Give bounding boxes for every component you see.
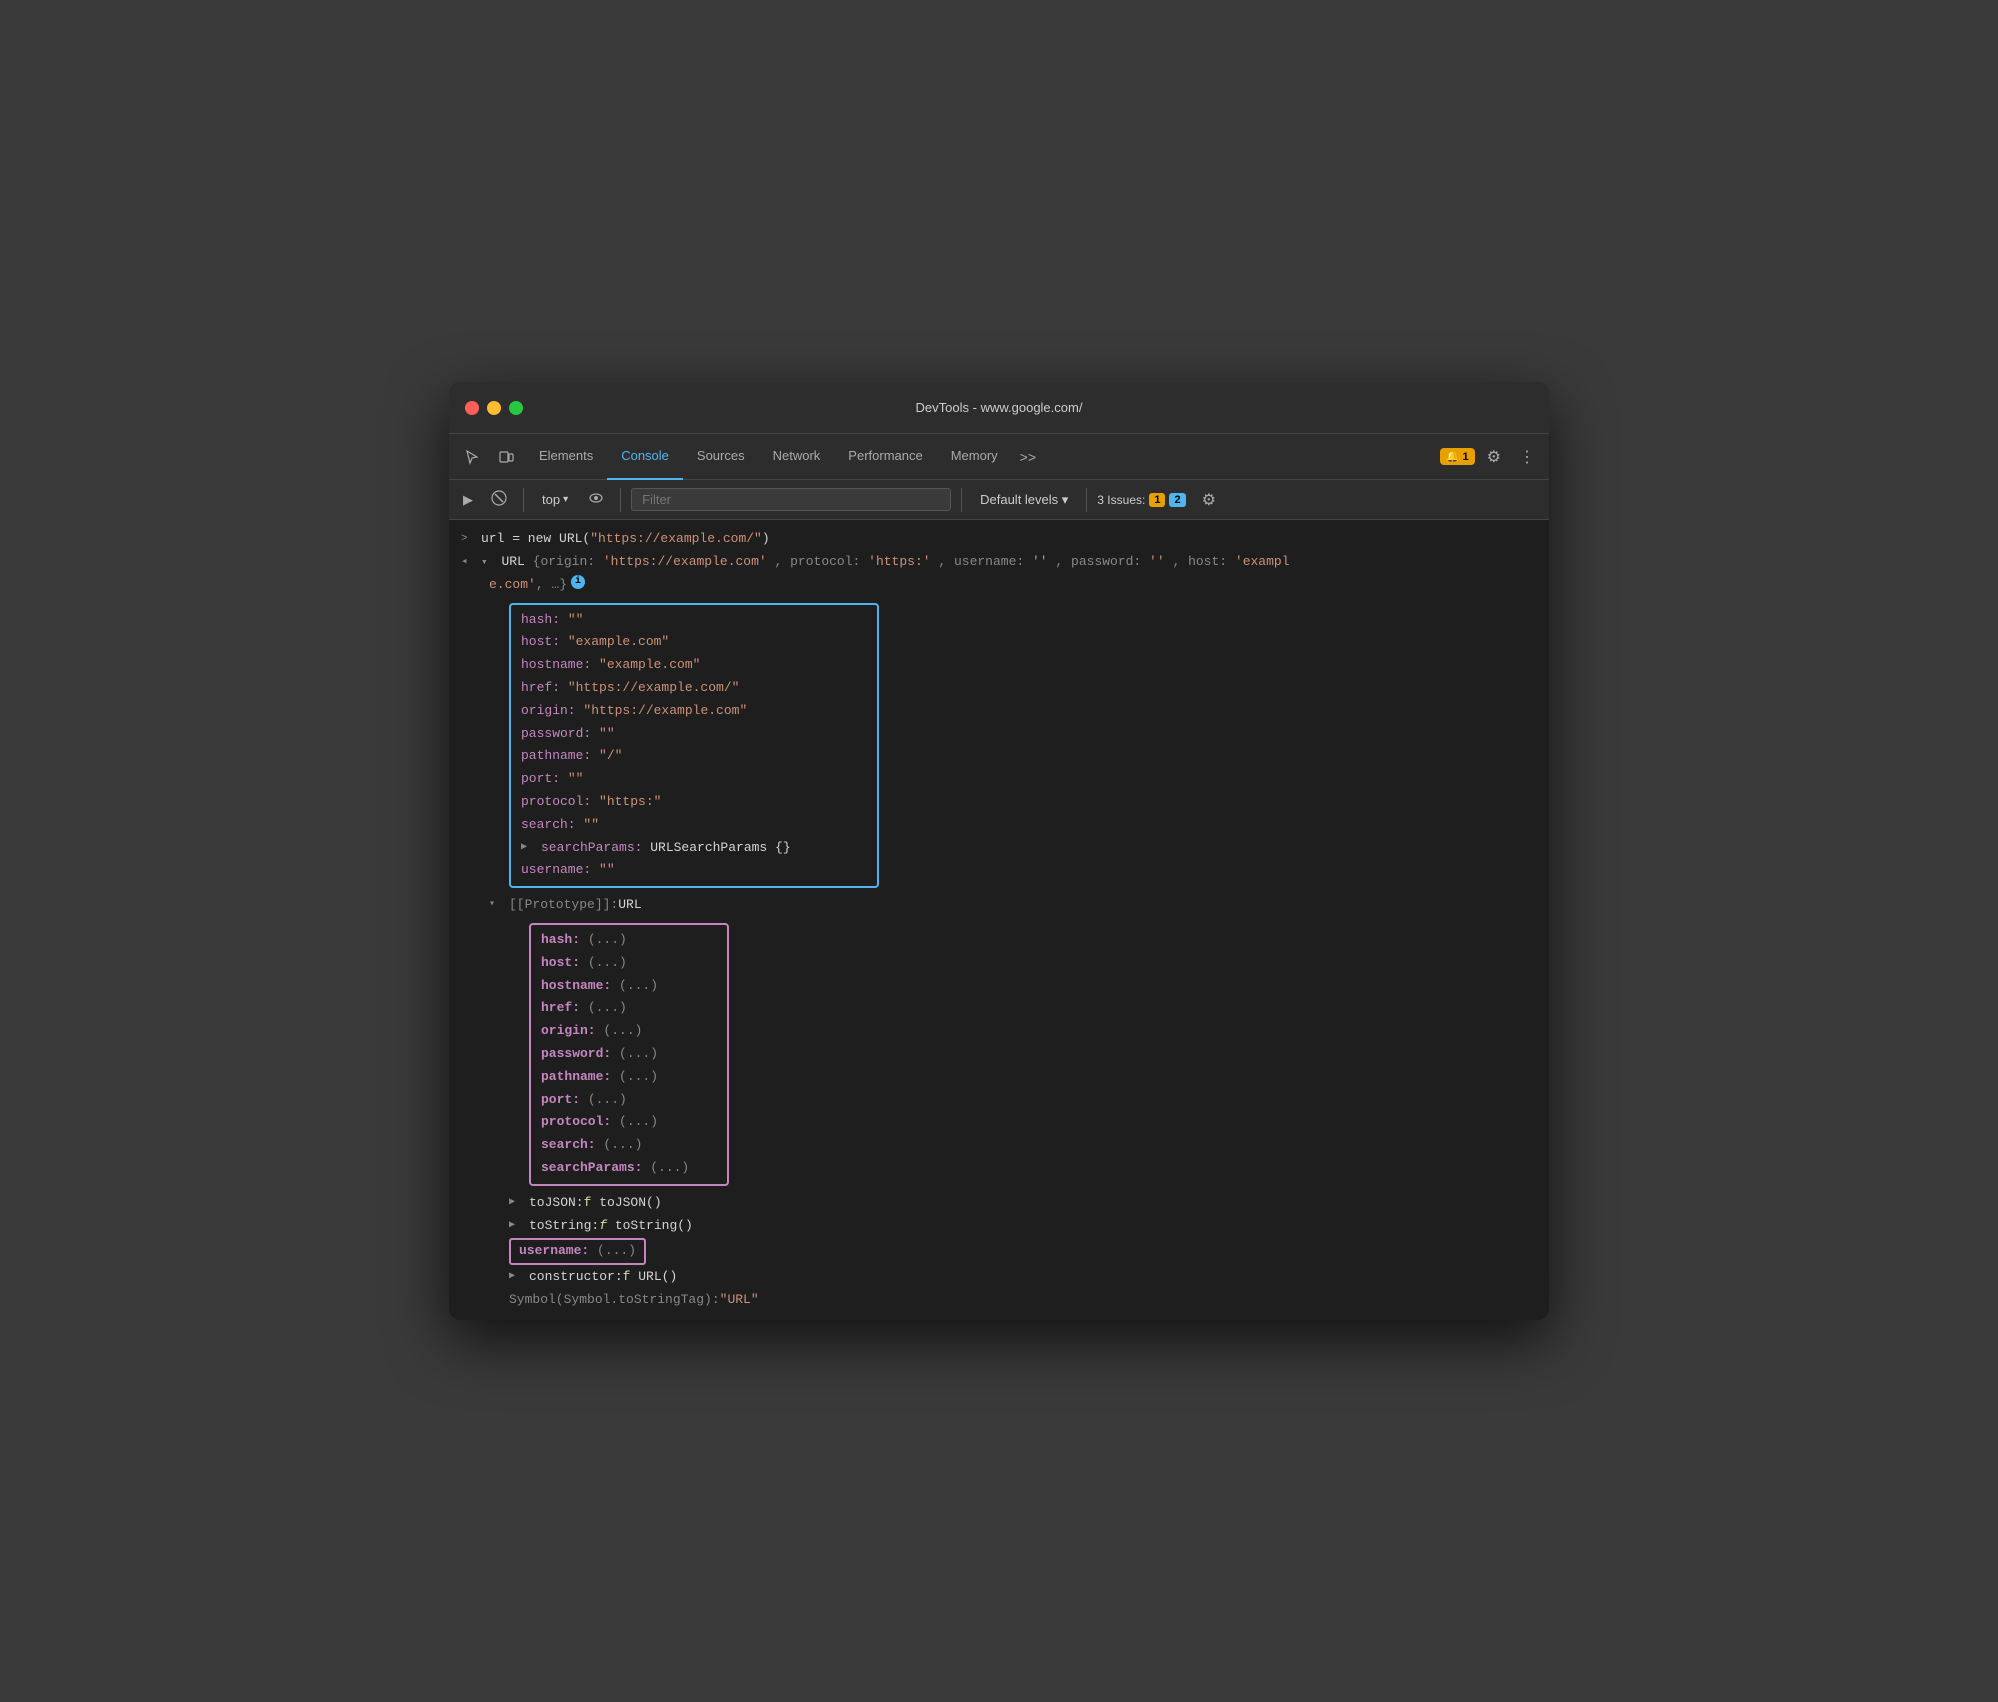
prop-hash: hash: "" xyxy=(521,609,867,632)
log-levels-button[interactable]: Default levels ▾ xyxy=(972,489,1076,511)
context-dropdown[interactable]: top ▾ xyxy=(534,489,576,510)
toolbar-separator-4 xyxy=(1086,488,1087,512)
clear-console-button[interactable] xyxy=(485,487,513,512)
tab-bar: Elements Console Sources Network Perform… xyxy=(449,434,1549,480)
purple-box-proto-props: hash: (...) host: (...) hostname: (...) … xyxy=(529,923,729,1186)
eye-button[interactable] xyxy=(582,487,610,512)
tab-console[interactable]: Console xyxy=(607,434,683,480)
prop-searchparams: ▶ searchParams: URLSearchParams {} xyxy=(521,837,867,860)
proto-host: host: (...) xyxy=(541,952,717,975)
proto-password: password: (...) xyxy=(541,1043,717,1066)
expand-tostring-icon[interactable]: ▶ xyxy=(509,1218,523,1234)
back-icon: ◂ xyxy=(461,554,475,572)
run-button[interactable]: ▶ xyxy=(457,489,479,511)
titlebar: DevTools - www.google.com/ xyxy=(449,382,1549,434)
tojson-line: ▶ toJSON: f toJSON() xyxy=(449,1192,1549,1215)
tab-elements[interactable]: Elements xyxy=(525,434,607,480)
prop-origin: origin: "https://example.com" xyxy=(521,700,867,723)
proto-href: href: (...) xyxy=(541,997,717,1020)
close-button[interactable] xyxy=(465,401,479,415)
prop-pathname: pathname: "/" xyxy=(521,745,867,768)
warn-badge: 1 xyxy=(1149,493,1165,507)
proto-hostname: hostname: (...) xyxy=(541,975,717,998)
maximize-button[interactable] xyxy=(509,401,523,415)
device-icon xyxy=(498,449,514,465)
expand-icon[interactable]: ▾ xyxy=(481,557,488,569)
prop-host: host: "example.com" xyxy=(521,631,867,654)
console-settings-button[interactable]: ⚙ xyxy=(1196,486,1222,514)
constructor-line: ▶ constructor: f URL() xyxy=(449,1266,1549,1289)
minimize-button[interactable] xyxy=(487,401,501,415)
settings-button[interactable]: ⚙ xyxy=(1481,443,1507,471)
clear-icon xyxy=(491,490,507,506)
eye-icon xyxy=(588,490,604,506)
prompt-icon: > xyxy=(461,531,475,549)
tab-performance[interactable]: Performance xyxy=(834,434,936,480)
proto-hash: hash: (...) xyxy=(541,929,717,952)
tab-list: Elements Console Sources Network Perform… xyxy=(525,434,1044,479)
expand-prototype-icon[interactable]: ▾ xyxy=(489,897,503,913)
expand-tojson-icon[interactable]: ▶ xyxy=(509,1195,523,1211)
info-icon[interactable]: i xyxy=(571,575,585,589)
username-line: username: (...) xyxy=(449,1237,1549,1266)
console-line-1: > url = new URL("https://example.com/") xyxy=(449,528,1549,551)
console-line-2b: e.com' , …} i xyxy=(449,574,1549,597)
window-title: DevTools - www.google.com/ xyxy=(916,400,1083,415)
info-badge: 2 xyxy=(1169,493,1185,507)
expand-constructor-icon[interactable]: ▶ xyxy=(509,1269,523,1285)
prop-protocol: protocol: "https:" xyxy=(521,791,867,814)
url-properties-box: hash: "" host: "example.com" hostname: "… xyxy=(449,601,1549,891)
prop-hostname: hostname: "example.com" xyxy=(521,654,867,677)
tab-memory[interactable]: Memory xyxy=(937,434,1012,480)
prototype-line: ▾ [[Prototype]]: URL xyxy=(449,894,1549,917)
more-options-button[interactable]: ⋮ xyxy=(1513,443,1541,471)
toolbar-separator-2 xyxy=(620,488,621,512)
tab-sources[interactable]: Sources xyxy=(683,434,759,480)
proto-pathname: pathname: (...) xyxy=(541,1066,717,1089)
prop-href: href: "https://example.com/" xyxy=(521,677,867,700)
expand-searchparams-icon[interactable]: ▶ xyxy=(521,840,535,856)
proto-searchparams: searchParams: (...) xyxy=(541,1157,717,1180)
run-icon: ▶ xyxy=(463,492,473,507)
blue-box-url-props: hash: "" host: "example.com" hostname: "… xyxy=(509,603,879,889)
notification-badge[interactable]: 🔔 1 xyxy=(1440,448,1475,465)
prop-port: port: "" xyxy=(521,768,867,791)
toolbar-separator xyxy=(523,488,524,512)
more-tabs-button[interactable]: >> xyxy=(1012,445,1044,469)
filter-input[interactable] xyxy=(631,488,951,511)
inspect-element-button[interactable] xyxy=(457,445,487,469)
device-toolbar-button[interactable] xyxy=(491,445,521,469)
dropdown-chevron-icon: ▾ xyxy=(563,494,568,505)
console-content: > url = new URL("https://example.com/") … xyxy=(449,520,1549,1320)
toolbar-separator-3 xyxy=(961,488,962,512)
proto-protocol: protocol: (...) xyxy=(541,1111,717,1134)
console-line-2: ◂ ▾ URL {origin: 'https://example.com' ,… xyxy=(449,551,1549,574)
symbol-line: Symbol(Symbol.toStringTag): "URL" xyxy=(449,1289,1549,1312)
bell-icon: 🔔 xyxy=(1446,450,1460,463)
prop-search: search: "" xyxy=(521,814,867,837)
prop-username: username: "" xyxy=(521,859,867,882)
proto-origin: origin: (...) xyxy=(541,1020,717,1043)
prototype-properties-box: hash: (...) host: (...) hostname: (...) … xyxy=(449,921,1549,1188)
tab-network[interactable]: Network xyxy=(759,434,835,480)
cursor-icon xyxy=(464,449,480,465)
tostring-line: ▶ toString: f toString() xyxy=(449,1215,1549,1238)
username-proto-box: username: (...) xyxy=(509,1238,646,1265)
toolbar-right: 🔔 1 ⚙ ⋮ xyxy=(1440,443,1541,471)
traffic-lights xyxy=(465,401,523,415)
devtools-window: DevTools - www.google.com/ Elements Cons… xyxy=(449,382,1549,1320)
prop-password: password: "" xyxy=(521,723,867,746)
proto-search: search: (...) xyxy=(541,1134,717,1157)
issues-badge[interactable]: 3 Issues: 1 2 xyxy=(1097,493,1185,507)
proto-port: port: (...) xyxy=(541,1089,717,1112)
console-toolbar: ▶ top ▾ Default levels ▾ 3 Issues: xyxy=(449,480,1549,520)
